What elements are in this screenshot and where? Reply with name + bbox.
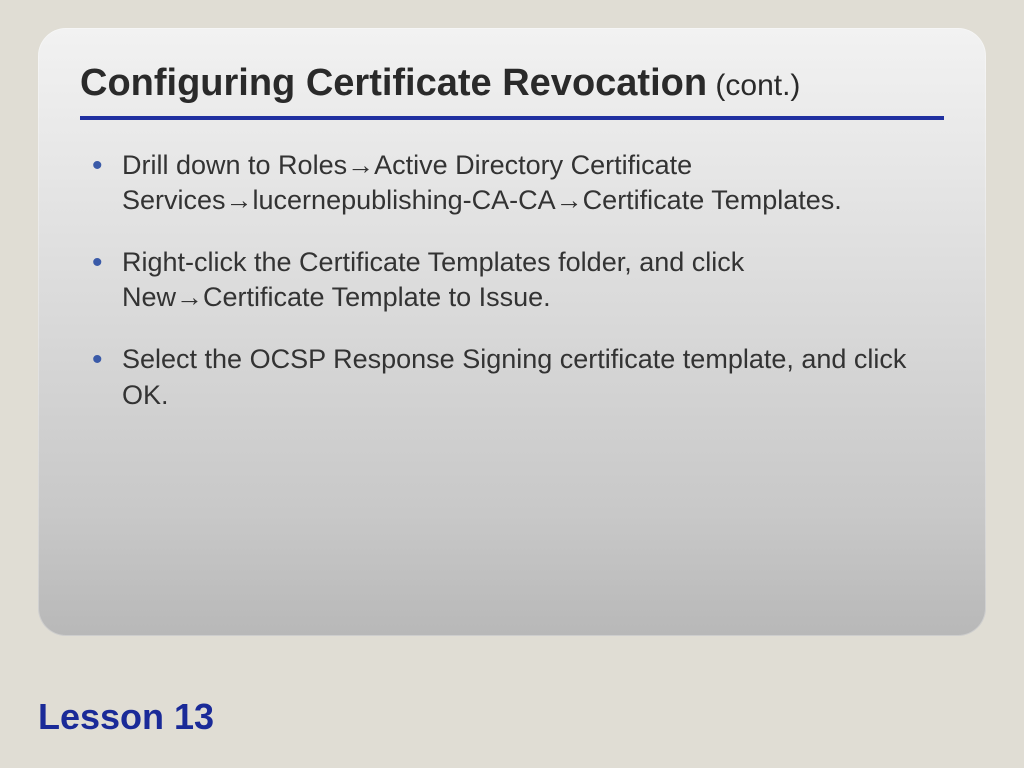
slide-title-suffix: (cont.) [707,69,800,102]
lesson-label: Lesson 13 [38,696,214,738]
list-item: Right-click the Certificate Templates fo… [90,245,944,316]
bullet-list: Drill down to Roles→Active Directory Cer… [80,148,944,414]
bullet-text: Drill down to Roles→Active Directory Cer… [122,150,842,216]
bullet-text: Select the OCSP Response Signing certifi… [122,344,906,410]
slide-title-main: Configuring Certificate Revocation [80,62,707,104]
bullet-text: Right-click the Certificate Templates fo… [122,247,744,313]
slide-title: Configuring Certificate Revocation (cont… [80,60,944,108]
title-underline [80,116,944,120]
list-item: Select the OCSP Response Signing certifi… [90,342,944,413]
slide-panel: Configuring Certificate Revocation (cont… [38,28,986,636]
list-item: Drill down to Roles→Active Directory Cer… [90,148,944,219]
